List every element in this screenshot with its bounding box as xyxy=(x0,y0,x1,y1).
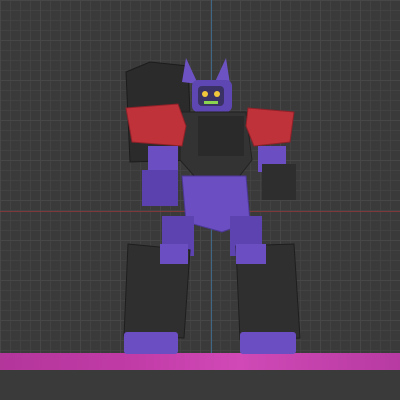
3d-viewport[interactable] xyxy=(0,0,400,400)
robot-left-foot xyxy=(124,332,178,354)
robot-left-ear xyxy=(182,58,198,84)
robot-left-forearm xyxy=(142,170,178,206)
robot-right-eye xyxy=(214,91,220,97)
robot-left-knee xyxy=(160,244,188,264)
robot-left-shoulder xyxy=(125,103,187,147)
robot-left-eye xyxy=(202,91,208,97)
robot-right-shoulder xyxy=(245,107,295,147)
robot-right-knee xyxy=(236,244,266,264)
robot-chest-plate xyxy=(198,116,244,156)
robot-right-foot xyxy=(240,332,296,354)
robot-right-forearm xyxy=(262,164,296,200)
robot-model[interactable] xyxy=(0,0,400,400)
robot-mouth xyxy=(204,101,218,104)
